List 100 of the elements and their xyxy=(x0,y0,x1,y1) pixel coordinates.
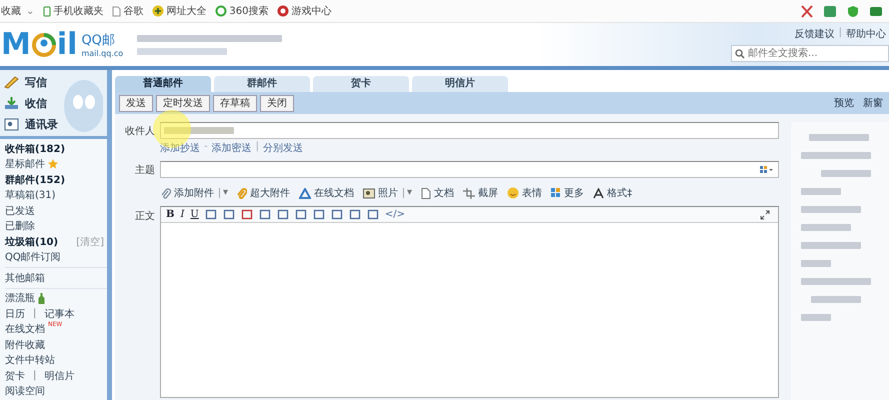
attach-tool[interactable]: 更多 xyxy=(551,186,584,200)
page-icon xyxy=(112,6,122,16)
folder-link[interactable]: 群邮件(152) xyxy=(5,172,66,187)
blurred-contact xyxy=(801,278,871,284)
cc-link[interactable]: 添加密送 xyxy=(212,141,252,155)
folder-link[interactable]: QQ邮件订阅 xyxy=(5,250,61,264)
attach-tool[interactable]: 格式‡ xyxy=(593,186,632,200)
sidebar-action[interactable]: 通讯录 xyxy=(4,115,107,133)
logo-ring-icon xyxy=(30,32,57,58)
logo-domain: mail.qq.co xyxy=(81,49,124,58)
bookmark-link[interactable]: 网址大全 xyxy=(152,4,206,18)
logo-title: QQ邮 xyxy=(81,32,116,49)
app-link[interactable]: 明信片 xyxy=(44,368,74,383)
format-button[interactable]: B xyxy=(166,209,174,220)
folder-link[interactable]: 草稿箱(31) xyxy=(5,188,56,202)
other-mailbox-link[interactable]: 其他邮箱 xyxy=(5,270,45,285)
compose-tab[interactable]: 群邮件 xyxy=(214,76,310,92)
message-body-field[interactable] xyxy=(161,223,778,397)
dropdown-caret[interactable]: ▾ xyxy=(403,188,412,198)
blurred-contact xyxy=(801,242,861,248)
sidebar-action[interactable]: 收信 xyxy=(4,94,107,112)
folder-link[interactable]: 星标邮件 xyxy=(5,157,45,172)
app-link[interactable]: 记事本 xyxy=(44,306,74,321)
blurred-contact xyxy=(801,224,851,230)
attach-tool[interactable]: 添加附件 ▾ xyxy=(161,186,228,200)
link-separator: | xyxy=(33,308,36,320)
triangle-icon xyxy=(299,188,312,198)
contacts-icon xyxy=(4,118,19,130)
folder-link[interactable]: 垃圾箱(10) xyxy=(5,234,58,249)
attach-tool[interactable]: 截屏 xyxy=(463,186,498,200)
view-link[interactable]: 新窗 xyxy=(863,96,883,110)
app-link[interactable]: 在线文档 xyxy=(5,322,45,336)
bottle-icon xyxy=(38,292,45,304)
sidebar-action[interactable]: 写信 xyxy=(4,73,107,91)
subject-field[interactable] xyxy=(160,161,779,178)
bookmark-link[interactable]: 手机收藏夹 xyxy=(43,4,104,18)
toolbar-button[interactable]: 关闭 xyxy=(260,94,294,112)
attach-tool[interactable]: 表情 xyxy=(507,186,542,200)
photo-icon xyxy=(363,188,376,198)
attach-tool[interactable]: 照片 ▾ xyxy=(363,186,412,200)
link-separator: - xyxy=(204,141,208,154)
toolbar-button[interactable]: 定时发送 xyxy=(156,94,210,112)
bookmark-link[interactable]: 收藏 ⌄ xyxy=(1,4,34,18)
source-button[interactable]: </> xyxy=(384,209,405,220)
blurred-contact xyxy=(801,260,831,266)
app-link[interactable]: 文件中转站 xyxy=(5,353,55,368)
compose-tab[interactable]: 普通邮件 xyxy=(115,76,211,92)
link-separator: | xyxy=(256,141,259,154)
bookmark-link[interactable]: 游戏中心 xyxy=(277,4,332,18)
phone-icon xyxy=(43,6,52,16)
link-separator: | xyxy=(33,370,36,382)
blurred-recipient xyxy=(164,127,234,134)
attach-tool[interactable]: 文档 xyxy=(421,186,454,200)
header-link[interactable]: 帮助中心 xyxy=(846,27,886,41)
app-link[interactable]: 贺卡 xyxy=(5,368,25,383)
link-separator: | xyxy=(838,27,842,40)
view-link[interactable]: 预览 xyxy=(834,96,854,110)
recipient-field[interactable] xyxy=(160,122,779,139)
new-label: NEW xyxy=(48,320,62,328)
blurred-contact xyxy=(811,296,861,302)
folder-link[interactable]: 收件箱(182) xyxy=(5,142,66,156)
field-label: 正文 xyxy=(134,210,155,223)
font-icon xyxy=(593,188,604,198)
app-link[interactable]: 阅读空间 xyxy=(5,384,45,398)
compose-tab[interactable]: 贺卡 xyxy=(313,76,409,92)
format-button[interactable]: I xyxy=(180,209,184,220)
attach-tool[interactable]: 超大附件 xyxy=(237,186,290,200)
inbox-icon xyxy=(4,96,19,110)
folder-link[interactable]: 已删除 xyxy=(5,219,35,234)
blurred-contact xyxy=(801,206,861,212)
bookmark-link[interactable]: 360搜索 xyxy=(215,4,268,18)
crop-icon xyxy=(463,188,476,198)
document-icon xyxy=(421,188,432,198)
grid-icon xyxy=(551,188,562,198)
shield-icon[interactable] xyxy=(846,4,860,18)
folder-link[interactable]: 已发送 xyxy=(5,204,35,218)
attach-tool[interactable]: 在线文档 xyxy=(299,186,354,200)
paperclip-icon xyxy=(161,188,171,198)
grid-menu-icon[interactable] xyxy=(760,166,774,174)
field-label: 主题 xyxy=(134,164,155,176)
cc-link[interactable]: 分别发送 xyxy=(262,141,303,155)
compose-tab[interactable]: 明信片 xyxy=(412,76,508,92)
smiley-icon xyxy=(507,187,520,199)
app-link[interactable]: 漂流瓶 xyxy=(5,291,35,306)
logo-letters: il xyxy=(56,30,78,60)
dropdown-caret[interactable]: ▾ xyxy=(219,188,228,198)
app-link[interactable]: 附件收藏 xyxy=(5,338,45,352)
toolbar-button[interactable]: 发送 xyxy=(119,94,153,112)
search-field[interactable]: 邮件全文搜索... xyxy=(731,45,889,62)
header-link[interactable]: 反馈建议 xyxy=(794,27,835,41)
blurred-contact xyxy=(809,134,869,140)
expand-icon[interactable] xyxy=(760,210,770,220)
bookmark-link[interactable]: 谷歌 xyxy=(112,4,144,18)
app-link[interactable]: 日历 xyxy=(5,306,25,321)
blurred-contact xyxy=(801,188,841,194)
format-button[interactable]: U xyxy=(190,209,199,220)
pencil-icon xyxy=(4,76,19,88)
search-icon xyxy=(735,49,745,59)
toolbar-button[interactable]: 存草稿 xyxy=(213,94,257,112)
blurred-contact xyxy=(801,314,831,320)
